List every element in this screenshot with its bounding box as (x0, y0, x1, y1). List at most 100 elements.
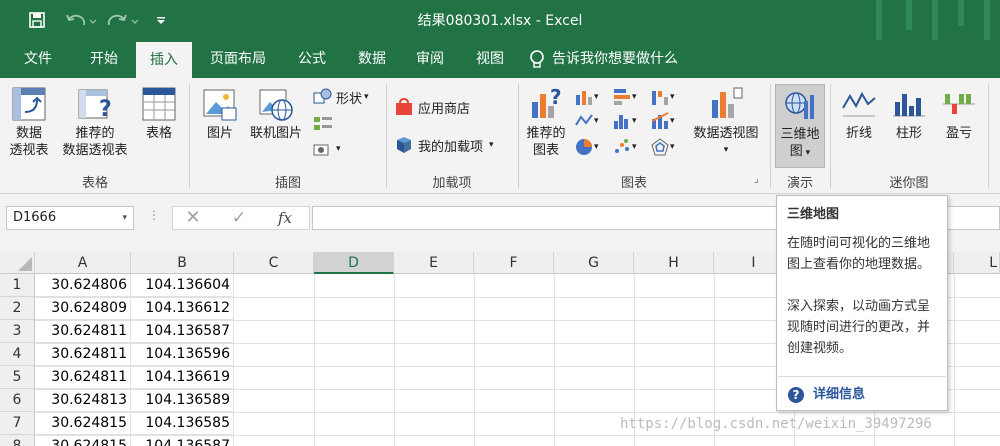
row-header[interactable]: 6 (0, 389, 35, 412)
cell-b3[interactable]: 104.136587 (131, 320, 234, 343)
select-all-corner[interactable] (0, 252, 35, 274)
smartart-button[interactable] (312, 112, 334, 134)
my-addins-button[interactable]: 我的加载项 ▾ (394, 134, 494, 156)
tab-data[interactable]: 数据 (344, 40, 400, 78)
column-header[interactable]: A (35, 252, 131, 274)
tell-me-box[interactable]: 告诉我你想要做什么 (528, 40, 698, 78)
cell-a6[interactable]: 30.624813 (35, 389, 131, 412)
scatter-chart-icon (615, 139, 629, 153)
stat-chart-button[interactable]: ▾ (612, 110, 637, 132)
line-chart-icon (575, 114, 593, 126)
title-decoration (932, 0, 938, 40)
window-title: 结果080301.xlsx - Excel (417, 13, 583, 29)
radar-chart-button[interactable]: ▾ (650, 136, 675, 158)
recommended-charts-button[interactable]: ? 推荐的 图表 (522, 86, 570, 159)
column-chart-button[interactable]: ▾ (574, 86, 599, 108)
scatter-chart-button[interactable]: ▾ (612, 136, 637, 158)
row-header[interactable]: 3 (0, 320, 35, 343)
cancel-icon[interactable]: ✕ (180, 206, 206, 230)
tooltip-more-info-link[interactable]: ? 详细信息 (787, 384, 865, 405)
row-header[interactable]: 7 (0, 412, 35, 435)
column-header-selected[interactable]: D (314, 252, 394, 274)
recommended-charts-label-1: 推荐的 (526, 126, 566, 141)
recommended-pivot-icon: ? (78, 89, 112, 122)
line-chart-button[interactable]: ▾ (574, 110, 599, 132)
bar-chart-button[interactable]: ▾ (612, 86, 637, 108)
lightbulb-icon (530, 50, 544, 68)
enter-icon[interactable]: ✓ (226, 206, 252, 230)
online-pictures-button[interactable]: 联机图片 (244, 86, 308, 142)
tab-formulas[interactable]: 公式 (284, 40, 340, 78)
column-header[interactable]: C (234, 252, 314, 274)
recommended-charts-icon: ? (532, 86, 562, 118)
cell-a1[interactable]: 30.624806 (35, 274, 131, 297)
tab-view[interactable]: 视图 (462, 40, 518, 78)
combo-chart-button[interactable]: ▾ (650, 110, 675, 132)
table-icon (142, 87, 176, 121)
row-header[interactable]: 5 (0, 366, 35, 389)
group-divider (189, 84, 190, 188)
formula-bar-grip-icon[interactable]: ⋮ (148, 208, 160, 228)
shapes-icon (313, 88, 332, 104)
cell-b5[interactable]: 104.136619 (131, 366, 234, 389)
sparkline-line-icon (842, 91, 876, 117)
tab-page-layout[interactable]: 页面布局 (200, 40, 276, 78)
cell-b8[interactable]: 104.136587 (131, 435, 234, 446)
tab-home[interactable]: 开始 (76, 40, 132, 78)
pie-chart-button[interactable]: ▾ (574, 136, 599, 158)
name-box[interactable]: D1666 ▾ (6, 206, 134, 230)
cell-a5[interactable]: 30.624811 (35, 366, 131, 389)
row-header[interactable]: 4 (0, 343, 35, 366)
cell-a4[interactable]: 30.624811 (35, 343, 131, 366)
table-button[interactable]: 表格 (138, 86, 180, 142)
cell-b6[interactable]: 104.136589 (131, 389, 234, 412)
sparkline-column-label: 柱形 (895, 126, 922, 141)
map-3d-button[interactable]: 三维地 图 ▾ (775, 84, 825, 168)
row-header[interactable]: 1 (0, 274, 35, 297)
insert-function-icon[interactable]: fx (270, 206, 300, 230)
dropdown-arrow-icon: ▾ (336, 144, 341, 154)
tab-insert[interactable]: 插入 (136, 42, 192, 78)
ribbon-insert: 数据 透视表 ? 推荐的 数据透视表 表格 表格 图片 联机图片 形状 ▾ ▾ … (0, 78, 1000, 194)
cell-a7[interactable]: 30.624815 (35, 412, 131, 435)
store-button[interactable]: 应用商店 (394, 96, 470, 118)
cell-a2[interactable]: 30.624809 (35, 297, 131, 320)
sparkline-line-button[interactable]: 折线 (836, 86, 882, 142)
group-label-tables: 表格 (81, 176, 108, 191)
pivot-table-button[interactable]: 数据 透视表 (4, 86, 54, 159)
gridline (954, 274, 955, 446)
waterfall-chart-button[interactable]: ▾ (650, 86, 675, 108)
pictures-button[interactable]: 图片 (198, 86, 242, 142)
cell-b2[interactable]: 104.136612 (131, 297, 234, 320)
group-label-addins: 加载项 (432, 176, 472, 191)
column-header[interactable]: B (131, 252, 234, 274)
sparkline-column-button[interactable]: 柱形 (886, 86, 932, 142)
svg-text:?: ? (99, 97, 112, 122)
pivot-chart-button[interactable]: 数据透视图 ▾ (686, 86, 766, 159)
row-header[interactable]: 8 (0, 435, 35, 446)
pie-chart-icon (576, 139, 592, 155)
ribbon-tabs: 文件 开始 插入 页面布局 公式 数据 审阅 视图 告诉我你想要做什么 (0, 40, 1000, 78)
dropdown-arrow-icon: ▾ (364, 92, 369, 102)
cell-a8[interactable]: 30.624815 (35, 435, 131, 446)
dropdown-arrow-icon: ▾ (632, 142, 637, 152)
tab-review[interactable]: 审阅 (402, 40, 458, 78)
column-header[interactable]: F (474, 252, 554, 274)
cell-a3[interactable]: 30.624811 (35, 320, 131, 343)
cell-b4[interactable]: 104.136596 (131, 343, 234, 366)
column-header[interactable]: G (554, 252, 634, 274)
row-header[interactable]: 2 (0, 297, 35, 320)
cell-b7[interactable]: 104.136585 (131, 412, 234, 435)
tab-file[interactable]: 文件 (10, 40, 66, 78)
recommended-pivot-button[interactable]: ? 推荐的 数据透视表 (56, 86, 134, 159)
screenshot-button[interactable]: ▾ (312, 138, 341, 160)
charts-dialog-launcher-icon[interactable]: ⌟ (754, 174, 766, 186)
cell-b1[interactable]: 104.136604 (131, 274, 234, 297)
column-header[interactable]: E (394, 252, 474, 274)
group-divider (988, 84, 989, 188)
column-header[interactable]: H (634, 252, 714, 274)
sparkline-winloss-button[interactable]: 盈亏 (936, 86, 982, 142)
shapes-button[interactable]: 形状 ▾ (312, 86, 369, 108)
column-header[interactable]: L (954, 252, 1000, 274)
gridline (474, 274, 475, 446)
